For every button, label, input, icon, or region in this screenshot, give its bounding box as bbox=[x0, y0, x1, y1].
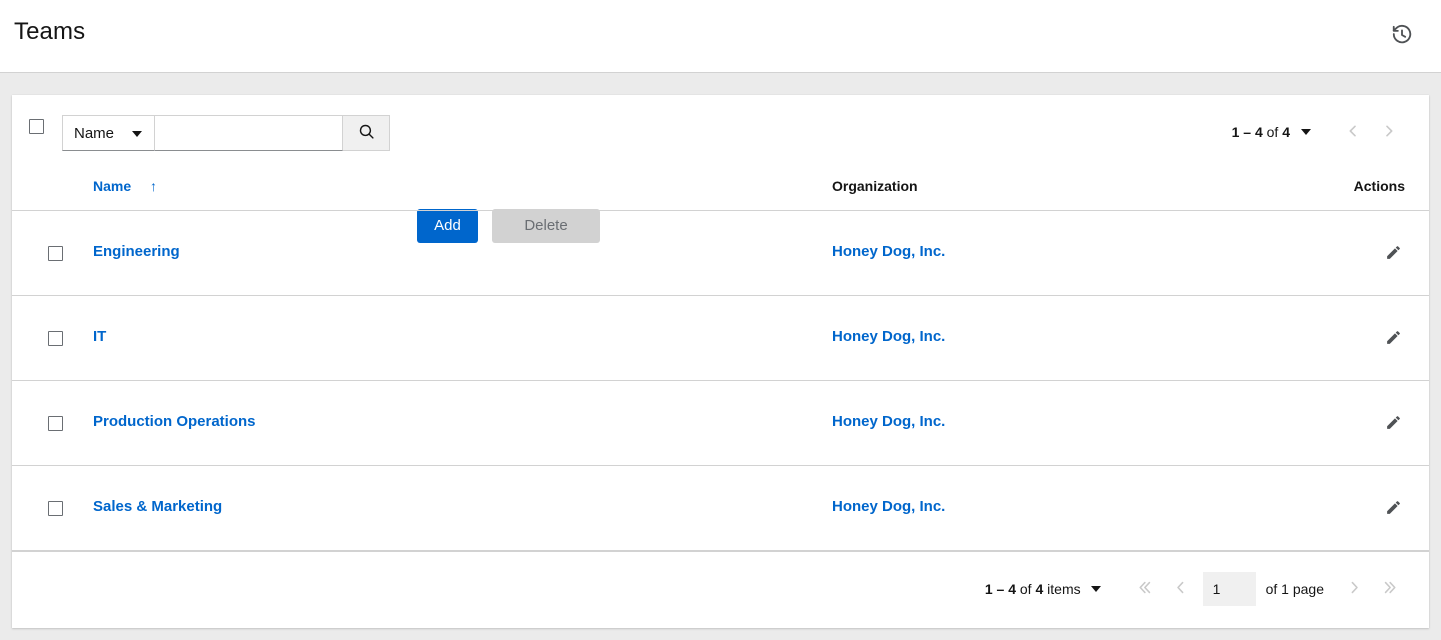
team-name-link[interactable]: Sales & Marketing bbox=[93, 498, 222, 515]
column-header-organization: Organization bbox=[832, 178, 918, 194]
page-header: Teams bbox=[0, 0, 1441, 73]
bottom-range-of: of bbox=[1016, 581, 1035, 597]
chevron-right-icon bbox=[1346, 579, 1363, 599]
bottom-items-label: items bbox=[1043, 581, 1080, 597]
bottom-pagination-range: 1 – 4 of 4 items bbox=[985, 581, 1081, 597]
select-all-checkbox[interactable] bbox=[29, 119, 44, 134]
organization-link[interactable]: Honey Dog, Inc. bbox=[832, 243, 945, 260]
row-select-checkbox[interactable] bbox=[48, 501, 63, 516]
history-clock-icon bbox=[1391, 24, 1413, 49]
search-field-select-label: Name bbox=[63, 125, 114, 142]
organization-link[interactable]: Honey Dog, Inc. bbox=[832, 498, 945, 515]
chevron-left-icon bbox=[1172, 579, 1189, 599]
chevron-right-icon bbox=[1381, 123, 1397, 142]
chevron-down-icon bbox=[132, 131, 142, 137]
page-title: Teams bbox=[14, 18, 85, 46]
last-page-button[interactable] bbox=[1372, 571, 1408, 607]
sort-ascending-icon[interactable]: ↑ bbox=[150, 178, 157, 194]
organization-link[interactable]: Honey Dog, Inc. bbox=[832, 328, 945, 345]
search-button[interactable] bbox=[343, 115, 390, 151]
search-group: Name bbox=[62, 115, 390, 151]
edit-row-button[interactable] bbox=[1378, 324, 1408, 354]
activity-history-button[interactable] bbox=[1385, 19, 1419, 53]
pencil-edit-icon bbox=[1385, 499, 1402, 519]
top-pagination-per-page-caret-icon[interactable] bbox=[1301, 129, 1311, 135]
edit-row-button[interactable] bbox=[1378, 409, 1408, 439]
bottom-pagination-per-page-caret-icon[interactable] bbox=[1091, 586, 1101, 592]
organization-link[interactable]: Honey Dog, Inc. bbox=[832, 413, 945, 430]
teams-list-card: Name 1 – 4 of 4 bbox=[12, 95, 1429, 628]
page-number-input[interactable] bbox=[1203, 572, 1256, 606]
chevron-left-icon bbox=[1345, 123, 1361, 142]
top-range-current: 1 – 4 bbox=[1232, 124, 1263, 140]
pencil-edit-icon bbox=[1385, 329, 1402, 349]
top-pagination-prev-button[interactable] bbox=[1335, 114, 1371, 150]
pencil-edit-icon bbox=[1385, 244, 1402, 264]
table-row: IT Honey Dog, Inc. bbox=[12, 296, 1429, 381]
first-page-button[interactable] bbox=[1127, 571, 1163, 607]
bottom-range-current: 1 – 4 bbox=[985, 581, 1016, 597]
table-row: Sales & Marketing Honey Dog, Inc. bbox=[12, 466, 1429, 551]
table-header-row: Name ↑ Organization Actions bbox=[12, 167, 1429, 211]
bottom-pagination: 1 – 4 of 4 items of 1 page bbox=[985, 552, 1408, 625]
team-name-link[interactable]: Engineering bbox=[93, 243, 180, 260]
top-pagination-next-button[interactable] bbox=[1371, 114, 1407, 150]
previous-page-button[interactable] bbox=[1163, 571, 1199, 607]
top-range-total: 4 bbox=[1282, 124, 1290, 140]
select-all-cell bbox=[29, 119, 44, 139]
team-name-link[interactable]: Production Operations bbox=[93, 413, 256, 430]
row-select-checkbox[interactable] bbox=[48, 246, 63, 261]
next-page-button[interactable] bbox=[1336, 571, 1372, 607]
total-pages-label: of 1 page bbox=[1266, 581, 1324, 597]
list-toolbar: Name 1 – 4 of 4 bbox=[12, 95, 1429, 167]
team-name-link[interactable]: IT bbox=[93, 328, 106, 345]
row-select-checkbox[interactable] bbox=[48, 416, 63, 431]
table-row: Engineering Honey Dog, Inc. bbox=[12, 211, 1429, 296]
top-pagination: 1 – 4 of 4 bbox=[1232, 114, 1407, 150]
double-chevron-right-icon bbox=[1382, 579, 1399, 599]
search-field-select[interactable]: Name bbox=[62, 115, 155, 151]
column-header-actions: Actions bbox=[1354, 178, 1405, 194]
edit-row-button[interactable] bbox=[1378, 239, 1408, 269]
search-input[interactable] bbox=[155, 115, 343, 151]
double-chevron-left-icon bbox=[1136, 579, 1153, 599]
column-header-name[interactable]: Name bbox=[93, 178, 131, 194]
search-magnifier-icon bbox=[358, 123, 375, 143]
pencil-edit-icon bbox=[1385, 414, 1402, 434]
bottom-pagination-bar: 1 – 4 of 4 items of 1 page bbox=[12, 551, 1429, 624]
row-select-checkbox[interactable] bbox=[48, 331, 63, 346]
top-range-of: of bbox=[1263, 124, 1282, 140]
table-row: Production Operations Honey Dog, Inc. bbox=[12, 381, 1429, 466]
edit-row-button[interactable] bbox=[1378, 494, 1408, 524]
top-pagination-range: 1 – 4 of 4 bbox=[1232, 124, 1290, 140]
